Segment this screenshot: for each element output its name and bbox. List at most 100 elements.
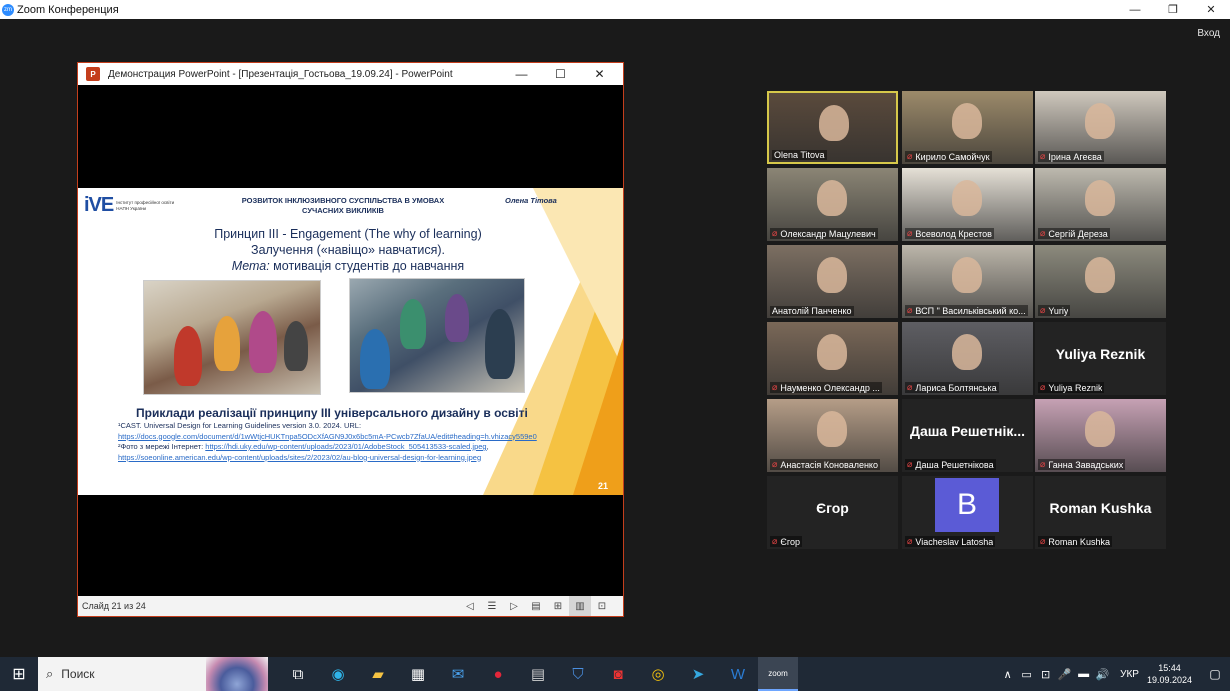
taskbar-store-icon[interactable]: ▦ [398, 657, 438, 691]
participant-name-label: ⌀ Науменко Олександр ... [770, 382, 882, 393]
slide-number: 21 [598, 481, 609, 491]
next-slide-icon[interactable]: ▷ [503, 596, 525, 616]
participant-name: Лариса Болтянська [915, 382, 997, 393]
start-button[interactable]: ⊞ [0, 657, 38, 691]
minimize-button[interactable]: — [1116, 0, 1154, 19]
logo-caption: Інститут професійної освіти НАПН України [116, 200, 175, 211]
ppt-maximize-button[interactable]: ☐ [541, 63, 580, 85]
participant-tile[interactable]: ⌀ ВСП " Васильківський ко... [902, 245, 1033, 318]
participant-tile[interactable]: ⌀ Сергій Дереза [1035, 168, 1166, 241]
participant-name: Кирило Самойчук [915, 151, 990, 162]
participant-tile[interactable]: ⌀ Всеволод Крестов [902, 168, 1033, 241]
slide-sorter-icon[interactable]: ⊞ [547, 596, 569, 616]
participant-name-label: Olena Titova [772, 150, 827, 160]
slide-menu-icon[interactable]: ☰ [481, 596, 503, 616]
participant-name: Yuriy [1048, 305, 1069, 316]
taskbar-edge-icon[interactable]: ◉ [318, 657, 358, 691]
slideshow-icon[interactable]: ⊡ [591, 596, 613, 616]
participant-tile[interactable]: ⌀ Анастасія Коноваленко [767, 399, 898, 472]
taskbar-zoom-icon[interactable]: zoom [758, 657, 798, 691]
participant-silhouette [1085, 103, 1115, 139]
reference-2-link[interactable]: https://hdi.uky.edu/wp-content/uploads/2… [205, 442, 486, 451]
slide-subtitle: Приклади реалізації принципу ІІІ універс… [136, 406, 528, 420]
participant-avatar: B [935, 478, 999, 532]
participant-silhouette [1085, 411, 1115, 447]
participant-name: Сергій Дереза [1048, 228, 1108, 239]
participant-name-label: ⌀ Ганна Завадських [1038, 459, 1126, 470]
participant-name: Ірина Агеєва [1048, 151, 1102, 162]
ppt-minimize-button[interactable]: — [502, 63, 541, 85]
participant-tile[interactable]: ⌀ Yuriy [1035, 245, 1166, 318]
muted-mic-icon: ⌀ [907, 382, 913, 392]
muted-mic-icon: ⌀ [1040, 536, 1046, 546]
enter-button[interactable]: Вход [1197, 28, 1220, 39]
language-indicator[interactable]: УКР [1120, 669, 1139, 680]
muted-mic-icon: ⌀ [907, 536, 913, 546]
slide-title-line2: Залучення («навіщо» навчатися). [251, 243, 445, 257]
participant-name-label: Анатолій Панченко [770, 306, 854, 316]
taskbar-search[interactable]: ⌕ Поиск [38, 657, 268, 691]
microphone-icon[interactable]: 🎤 [1055, 668, 1074, 681]
taskbar-calculator-icon[interactable]: ▤ [518, 657, 558, 691]
slide-references: ¹CAST. Universal Design for Learning Gui… [118, 421, 548, 463]
participant-tile[interactable]: ⌀ Науменко Олександр ... [767, 322, 898, 395]
participant-tile[interactable]: ⌀ Ірина Агеєва [1035, 91, 1166, 164]
taskbar-task-view-icon[interactable]: ⧉ [278, 657, 318, 691]
participant-tile[interactable]: Olena Titova [767, 91, 898, 164]
close-button[interactable]: ✕ [1192, 0, 1230, 19]
zoom-app-icon: zm [2, 3, 14, 16]
participant-tile[interactable]: ⌀ Олександр Мацулевич [767, 168, 898, 241]
maximize-button[interactable]: ❐ [1154, 0, 1192, 19]
participant-tile[interactable]: ⌀ Лариса Болтянська [902, 322, 1033, 395]
search-highlight-art [206, 657, 268, 691]
participant-silhouette [817, 180, 847, 216]
taskbar-opera-icon[interactable]: ● [478, 657, 518, 691]
participant-tile[interactable]: Roman Kushka ⌀ Roman Kushka [1035, 476, 1166, 549]
participant-tile[interactable]: Yuliya Reznik ⌀ Yuliya Reznik [1035, 322, 1166, 395]
participant-name-label: ⌀ Viacheslav Latosha [905, 536, 996, 547]
slide-author: Олена Тітова [505, 196, 557, 205]
volume-icon[interactable]: 🔊 [1093, 668, 1112, 681]
show-hidden-icons-icon[interactable]: ∧ [998, 668, 1017, 681]
muted-mic-icon: ⌀ [772, 536, 778, 546]
participant-tile[interactable]: ⌀ Кирило Самойчук [902, 91, 1033, 164]
participant-silhouette [819, 105, 849, 141]
reference-2-separator: , [486, 442, 489, 451]
taskbar-chrome-icon[interactable]: ◎ [638, 657, 678, 691]
reference-2-link-2[interactable]: https://soeonline.american.edu/wp-conten… [118, 453, 481, 462]
participant-silhouette [817, 411, 847, 447]
muted-mic-icon: ⌀ [1040, 305, 1046, 315]
normal-view-icon[interactable]: ▤ [525, 596, 547, 616]
ppt-close-button[interactable]: ✕ [580, 63, 619, 85]
taskbar-telegram-icon[interactable]: ➤ [678, 657, 718, 691]
taskbar-recorder-icon[interactable]: ◙ [598, 657, 638, 691]
participant-name-label: ⌀ Кирило Самойчук [905, 151, 992, 162]
muted-mic-icon: ⌀ [772, 459, 778, 469]
participant-tile[interactable]: B ⌀ Viacheslav Latosha [902, 476, 1033, 549]
slide-title: Принцип ІІІ - Engagement (The why of lea… [158, 226, 538, 274]
participant-tile[interactable]: Даша Решетнік... ⌀ Даша Решетнікова [902, 399, 1033, 472]
taskbar-shield-icon[interactable]: ⛉ [558, 657, 598, 691]
battery-icon[interactable]: ▬ [1074, 668, 1093, 681]
reference-1-link[interactable]: https://docs.google.com/document/d/1wWtj… [118, 432, 548, 443]
participant-name: Всеволод Крестов [915, 228, 992, 239]
clock[interactable]: 15:44 19.09.2024 [1147, 662, 1192, 686]
network-icon[interactable]: ▭ [1017, 668, 1036, 681]
muted-mic-icon: ⌀ [1040, 459, 1046, 469]
participant-silhouette [952, 103, 982, 139]
participant-name-label: ⌀ Даша Решетнікова [905, 459, 996, 470]
taskbar-mail-icon[interactable]: ✉ [438, 657, 478, 691]
previous-slide-icon[interactable]: ◁ [459, 596, 481, 616]
participant-tile[interactable]: Анатолій Панченко [767, 245, 898, 318]
participant-name-label: ⌀ Олександр Мацулевич [770, 228, 878, 239]
participant-tile[interactable]: ⌀ Ганна Завадських [1035, 399, 1166, 472]
device-icon[interactable]: ⊡ [1036, 668, 1055, 681]
notification-icon[interactable]: ▢ [1200, 667, 1230, 681]
reading-view-icon[interactable]: ▥ [569, 596, 591, 616]
taskbar-file-explorer-icon[interactable]: ▰ [358, 657, 398, 691]
participant-silhouette [1085, 180, 1115, 216]
reference-1: ¹CAST. Universal Design for Learning Gui… [118, 421, 362, 430]
taskbar-word-icon[interactable]: W [718, 657, 758, 691]
participant-name-label: ⌀ Yuliya Reznik [1038, 382, 1105, 393]
participant-tile[interactable]: Єгор ⌀ Єгор [767, 476, 898, 549]
